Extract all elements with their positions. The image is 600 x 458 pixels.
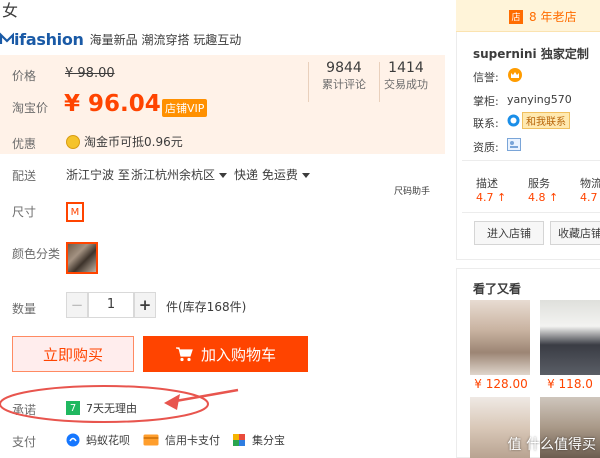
- quantity-stepper: − 1 +: [66, 292, 156, 318]
- delivery-destination-select[interactable]: 浙江杭州余杭区: [131, 166, 228, 183]
- annotation-overlay: [0, 385, 239, 423]
- payment-jifenbao[interactable]: 集分宝: [232, 432, 285, 448]
- chevron-down-icon: [219, 173, 228, 178]
- payment-label: 支付: [12, 435, 37, 449]
- enter-shop-button[interactable]: 进入店铺: [474, 221, 544, 245]
- score-value: 4.7: [580, 191, 598, 204]
- product-info-panel: 女 ifashion 海量新品 潮流穿搭 玩趣互动 价格 ¥ 98.00 淘宝价…: [0, 0, 455, 458]
- brand-slogan: 海量新品 潮流穿搭 玩趣互动: [89, 33, 242, 47]
- delivery-method-select[interactable]: 快递 免运费: [234, 166, 310, 183]
- size-label: 尺寸: [12, 205, 37, 219]
- delivery-method: 快递 免运费: [234, 168, 298, 182]
- payment-credit-card[interactable]: 信用卡支付: [143, 432, 220, 448]
- brand-banner[interactable]: ifashion 海量新品 潮流穿搭 玩趣互动: [0, 30, 241, 49]
- taobao-price: ¥ 96.04: [64, 91, 161, 117]
- payment-huabei[interactable]: 蚂蚁花呗: [66, 432, 130, 448]
- shop-badge-icon: 店: [509, 9, 523, 24]
- taobao-price-label: 淘宝价: [12, 101, 49, 115]
- credit-label: 信誉:: [473, 71, 499, 84]
- vip-badge[interactable]: 店铺VIP: [162, 99, 208, 117]
- license-icon[interactable]: [507, 138, 521, 151]
- jifenbao-icon: [233, 434, 245, 446]
- quantity-plus-button[interactable]: +: [134, 292, 156, 318]
- crown-icon: [508, 68, 522, 82]
- arrow-up-icon: ↑: [549, 191, 559, 204]
- chevron-down-icon: [301, 173, 310, 178]
- quantity-minus-button[interactable]: −: [66, 292, 88, 318]
- original-price-label: 价格: [12, 69, 37, 83]
- divider: [462, 212, 600, 213]
- score-value: 4.8 ↑: [528, 191, 559, 204]
- shop-name[interactable]: supernini 独家定制: [473, 45, 589, 62]
- huabei-icon: [66, 433, 80, 447]
- also-seen-product-image[interactable]: [470, 300, 530, 375]
- score-service: 服务 4.8 ↑: [528, 175, 558, 204]
- size-option-m[interactable]: M: [66, 202, 84, 222]
- contact-label: 联系:: [473, 117, 499, 130]
- contact-button[interactable]: 和我联系: [507, 112, 570, 129]
- contact-button-label: 和我联系: [522, 112, 570, 129]
- quantity-label: 数量: [12, 302, 37, 316]
- smzdm-watermark: 值 什么值得买: [507, 437, 596, 453]
- shop-years-text: 8 年老店: [529, 10, 577, 24]
- ifashion-logo: ifashion: [0, 30, 84, 49]
- payment-method-label: 蚂蚁花呗: [86, 434, 130, 447]
- keeper-name[interactable]: yanying570: [507, 93, 572, 106]
- review-count-stat[interactable]: 9844 累计评论: [316, 60, 372, 92]
- wangwang-icon: [507, 114, 520, 127]
- deal-count: 1414: [388, 60, 424, 76]
- color-option-thumbnail[interactable]: [66, 242, 98, 274]
- qualification-label: 资质:: [473, 141, 499, 154]
- size-helper-link[interactable]: 尺码助手: [394, 184, 430, 197]
- shop-sidebar: 店 8 年老店 supernini 独家定制 信誉: 掌柜: yanying57…: [456, 0, 600, 458]
- add-to-cart-label: 加入购物车: [200, 345, 276, 364]
- score-label: 服务: [528, 177, 550, 190]
- add-to-cart-button[interactable]: 加入购物车: [143, 336, 308, 372]
- credit-card-icon: [143, 434, 159, 446]
- color-label: 颜色分类: [12, 247, 61, 261]
- promo-row: 淘金币可抵0.96元: [66, 133, 183, 150]
- delivery-label: 配送: [12, 169, 37, 183]
- score-logistics: 物流 4.7: [580, 175, 600, 204]
- score-description: 描述 4.7 ↑: [476, 175, 506, 204]
- review-count: 9844: [326, 60, 362, 76]
- taojinbi-coin-icon: [66, 134, 80, 149]
- score-value: 4.7 ↑: [476, 191, 507, 204]
- keeper-label: 掌柜:: [473, 95, 499, 108]
- stats-divider: [308, 62, 309, 102]
- cart-icon: [175, 347, 193, 362]
- original-price: ¥ 98.00: [65, 66, 115, 81]
- payment-method-label: 信用卡支付: [165, 434, 220, 447]
- buy-now-button[interactable]: 立即购买: [12, 336, 134, 372]
- promo-label: 优惠: [12, 137, 37, 151]
- arrow-up-icon: ↑: [497, 191, 507, 204]
- shop-years: 店 8 年老店: [509, 8, 576, 25]
- score-label: 物流: [580, 177, 600, 190]
- score-label: 描述: [476, 177, 498, 190]
- delivery-destination: 浙江杭州余杭区: [131, 168, 216, 182]
- also-seen-product-image[interactable]: [540, 300, 600, 375]
- stock-info: 件(库存168件): [166, 300, 247, 314]
- deal-count-label: 交易成功: [384, 78, 428, 91]
- deal-count-stat: 1414 交易成功: [380, 60, 432, 92]
- also-seen-title: 看了又看: [473, 282, 522, 296]
- delivery-from: 浙江宁波 至: [66, 168, 130, 182]
- also-seen-price[interactable]: ¥ 118.0: [540, 377, 600, 391]
- annotation-arrow-head: [164, 394, 180, 410]
- quantity-input[interactable]: 1: [88, 292, 134, 318]
- favorite-shop-button[interactable]: 收藏店铺: [550, 221, 600, 245]
- payment-method-label: 集分宝: [252, 434, 285, 447]
- also-seen-price[interactable]: ¥ 128.00: [470, 377, 532, 391]
- ifashion-m-icon: [0, 32, 15, 44]
- review-count-label: 累计评论: [322, 78, 366, 91]
- product-title: 女: [2, 1, 19, 20]
- promo-text: 淘金币可抵0.96元: [84, 135, 183, 149]
- divider: [462, 160, 600, 161]
